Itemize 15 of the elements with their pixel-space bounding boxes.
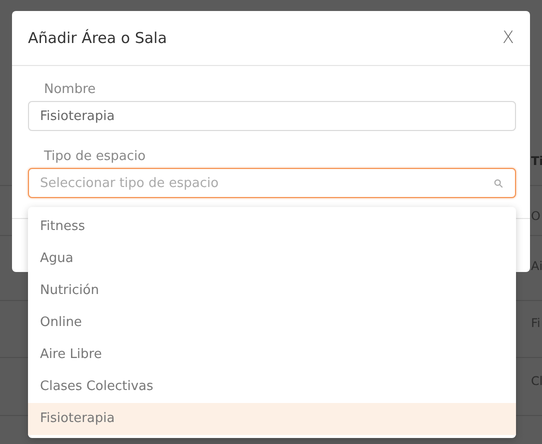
close-button[interactable]: X xyxy=(502,28,514,48)
field-label: Nombre xyxy=(43,82,97,97)
dropdown-option[interactable]: Online xyxy=(28,307,516,339)
dropdown-option[interactable]: Fisioterapia xyxy=(28,403,516,435)
text-field[interactable]: Fisioterapia xyxy=(28,101,516,131)
dropdown-option[interactable]: Clases Colectivas xyxy=(28,371,516,403)
dropdown-option[interactable]: Aire Libre xyxy=(28,339,516,371)
select-field[interactable]: Seleccionar tipo de espacio xyxy=(28,168,516,198)
search-icon xyxy=(494,179,503,188)
dropdown-option[interactable]: Fitness xyxy=(28,211,516,243)
dropdown-option[interactable]: Nutrición xyxy=(28,275,516,307)
dropdown-option[interactable]: Agua xyxy=(28,243,516,275)
dialog-title: Añadir Área o Sala xyxy=(28,29,167,47)
column-heading: Ti xyxy=(531,154,542,168)
field-label: Tipo de espacio xyxy=(43,149,147,164)
